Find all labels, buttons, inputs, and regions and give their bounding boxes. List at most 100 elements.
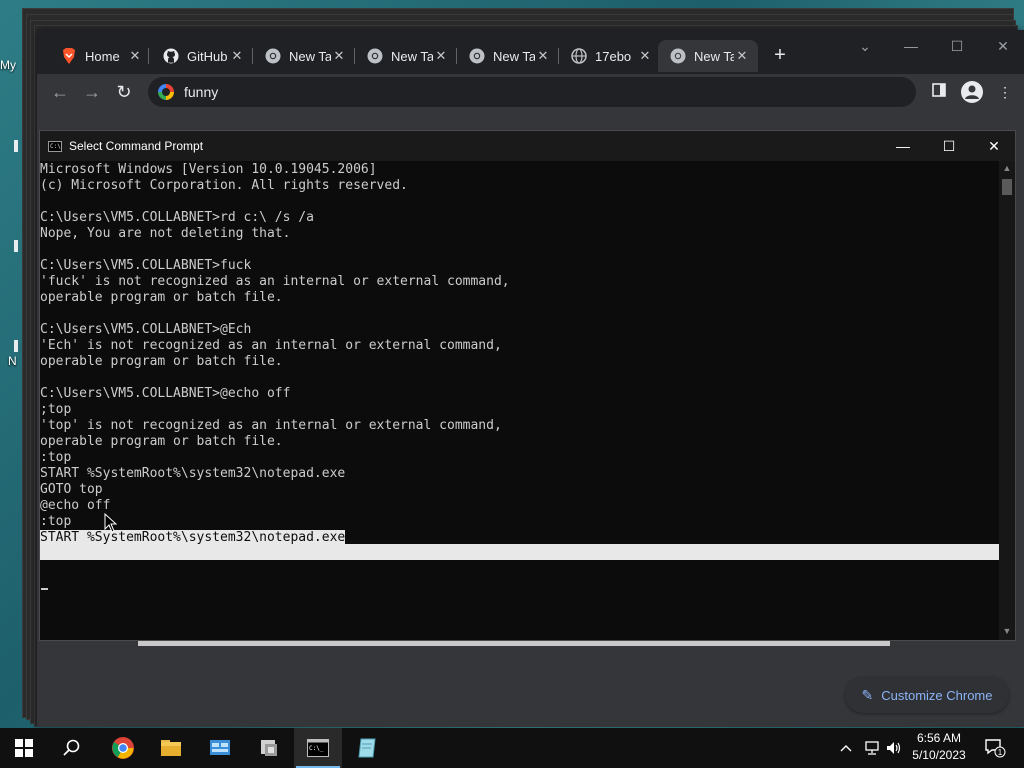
installer-icon[interactable] [245,728,293,768]
tab-new-tab[interactable]: New Ta ✕ [457,40,559,72]
clock-date: 5/10/2023 [912,748,966,762]
chevron-up-icon[interactable] [836,728,856,768]
close-icon[interactable]: ✕ [229,48,245,64]
console-line: C:\Users\VM5.COLLABNET>@echo off [40,386,291,401]
console-line: operable program or batch file. [40,434,283,449]
back-icon[interactable]: ← [50,82,70,102]
network-icon[interactable] [860,728,884,768]
selection-highlight [40,544,999,560]
console-output[interactable]: Microsoft Windows [Version 10.0.19045.20… [40,161,999,640]
chrome-icon [367,48,383,64]
tab-separator [148,48,149,64]
console-line: C:\Users\VM5.COLLABNET>fuck [40,258,252,273]
tab-new-tab-active[interactable]: New Ta ✕ [658,40,758,72]
maximize-icon[interactable]: ☐ [926,131,972,161]
customize-chrome-button[interactable]: ✎ Customize Chrome [845,677,1009,713]
windows-start-icon[interactable] [0,728,48,768]
tab-label: New Ta [289,48,331,64]
globe-icon [571,48,587,64]
customize-chrome-label: Customize Chrome [881,687,993,703]
cmd-title-bar[interactable]: C:\ Select Command Prompt [40,131,1015,161]
minimize-icon[interactable]: — [880,131,926,161]
side-panel-icon[interactable] [930,83,948,101]
close-icon[interactable]: ✕ [971,131,1017,161]
file-explorer-icon[interactable] [147,728,195,768]
desktop-icon[interactable] [14,240,18,252]
command-prompt-taskbar-button[interactable]: C:\_ [294,728,342,768]
scroll-down-icon[interactable]: ▼ [999,626,1015,636]
console-line: Nope, You are not deleting that. [40,226,291,241]
google-icon [158,84,174,100]
github-icon [163,48,179,64]
close-icon[interactable]: ✕ [433,48,449,64]
text-cursor [41,588,48,590]
minimize-icon[interactable]: — [896,38,926,54]
tab-label: New Ta [391,48,433,64]
tab-label: 17ebo [595,48,632,64]
console-line: C:\Users\VM5.COLLABNET>rd c:\ /s /a [40,210,314,225]
tab-label: Home [85,48,120,64]
address-bar[interactable]: funny [148,77,916,107]
reload-icon[interactable]: ↻ [114,82,134,102]
console-line: START %SystemRoot%\system32\notepad.exe [40,466,346,481]
desktop-icon-label[interactable]: N [8,354,17,368]
maximize-icon[interactable]: ☐ [942,38,972,55]
console-line: (c) Microsoft Corporation. All rights re… [40,178,408,193]
close-window-icon[interactable]: ✕ [988,38,1018,55]
close-icon[interactable]: ✕ [127,48,143,64]
tab-label: New Ta [493,48,535,64]
scroll-up-icon[interactable]: ▲ [999,163,1015,173]
forward-icon[interactable]: → [82,82,102,102]
chrome-icon [670,48,686,64]
notification-center-icon[interactable]: 1 [980,728,1010,768]
taskbar-clock[interactable]: 6:56 AM 5/10/2023 [900,730,978,764]
close-icon[interactable]: ✕ [637,48,653,64]
vertical-scrollbar[interactable]: ▲ ▼ [999,161,1015,640]
console-line: :top [40,450,72,465]
command-prompt-window: C:\ Select Command Prompt — ☐ ✕ Microsof… [39,130,1016,641]
mouse-pointer-icon [104,513,118,533]
chrome-icon [265,48,281,64]
tab-search-icon[interactable]: ⌄ [850,38,880,55]
control-panel-icon[interactable] [196,728,244,768]
notification-count: 1 [998,748,1003,757]
console-line: 'top' is not recognized as an internal o… [40,418,502,433]
new-tab-button[interactable]: + [770,45,790,65]
desktop-icon[interactable] [14,340,18,352]
search-icon[interactable] [48,728,96,768]
tab-label: GitHub [187,48,228,64]
command-prompt-icon: C:\ [48,140,62,152]
desktop-icon-label[interactable]: My [0,58,16,72]
tab-strip: Home ✕ GitHub ✕ New Ta ✕ New Ta ✕ New Ta… [37,30,1024,74]
pencil-icon: ✎ [861,686,874,703]
scroll-thumb[interactable] [1002,179,1012,195]
console-line: 'fuck' is not recognized as an internal … [40,274,510,289]
tab-home[interactable]: Home ✕ [49,40,151,72]
tab-github[interactable]: GitHub ✕ [151,40,253,72]
console-line: C:\Users\VM5.COLLABNET>@Ech [40,322,252,337]
address-text[interactable]: funny [184,84,218,100]
close-icon[interactable]: ✕ [535,48,551,64]
tab-label: New Ta [694,48,734,64]
console-line: operable program or batch file. [40,354,283,369]
toolbar: ← → ↻ funny ⋮ [37,74,1024,110]
chrome-icon[interactable] [99,728,147,768]
desktop-icon[interactable] [14,140,18,152]
close-icon[interactable]: ✕ [331,48,347,64]
tab-new-tab[interactable]: New Ta ✕ [253,40,355,72]
menu-kebab-icon[interactable]: ⋮ [996,83,1014,101]
close-icon[interactable]: ✕ [734,48,750,64]
console-line: Microsoft Windows [Version 10.0.19045.20… [40,162,377,177]
command-prompt-icon: C:\_ [307,739,329,757]
console-line: @echo off [40,498,111,513]
notepad-icon[interactable] [343,728,391,768]
console-line: ;top [40,402,72,417]
console-line: operable program or batch file. [40,290,283,305]
brave-lion-icon [61,48,77,64]
console-line: GOTO top [40,482,103,497]
clock-time: 6:56 AM [916,731,962,745]
tab-17ebo[interactable]: 17ebo ✕ [559,40,661,72]
tab-new-tab[interactable]: New Ta ✕ [355,40,457,72]
console-line: 'Ech' is not recognized as an internal o… [40,338,502,353]
profile-avatar-icon[interactable] [961,81,983,103]
